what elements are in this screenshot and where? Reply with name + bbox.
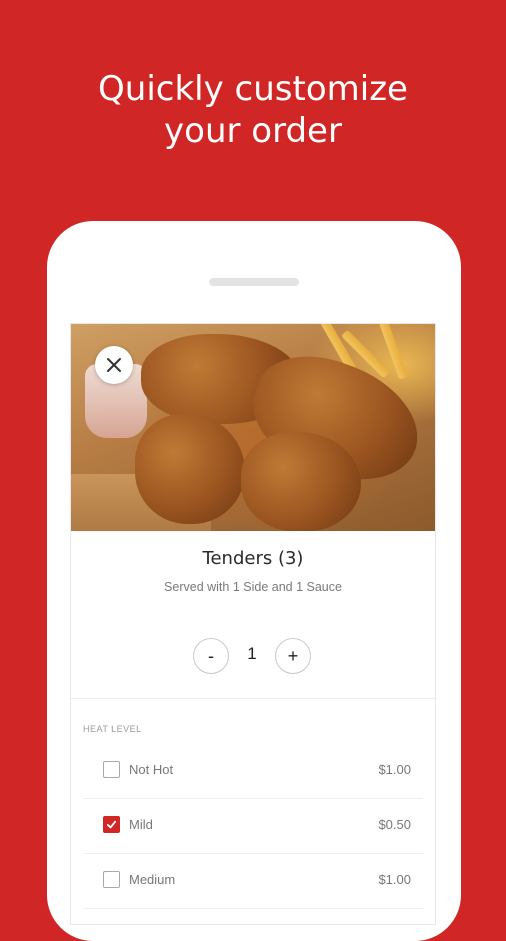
checkbox-checked[interactable] [103, 816, 120, 833]
item-customize-screen: Tenders (3) Served with 1 Side and 1 Sau… [70, 323, 436, 925]
photo-tender [241, 432, 361, 531]
checkbox[interactable] [103, 871, 120, 888]
heat-option-medium[interactable]: Medium $1.00 [83, 854, 423, 909]
promo-headline: Quickly customize your order [0, 68, 506, 152]
checkmark-icon [106, 820, 117, 829]
section-divider [71, 698, 435, 699]
phone-frame: Tenders (3) Served with 1 Side and 1 Sau… [47, 221, 461, 941]
plus-icon: + [287, 646, 299, 666]
heat-option-not-hot[interactable]: Not Hot $1.00 [83, 744, 423, 799]
close-icon [107, 358, 121, 372]
option-price: $1.00 [378, 762, 411, 777]
option-price: $1.00 [378, 872, 411, 887]
option-label: Not Hot [129, 762, 174, 777]
item-photo [71, 324, 435, 531]
checkbox[interactable] [103, 761, 120, 778]
close-button[interactable] [95, 346, 133, 384]
decrease-quantity-button[interactable]: - [193, 638, 229, 674]
phone-speaker [209, 278, 299, 286]
item-title: Tenders (3) [202, 548, 304, 569]
heat-option-mild[interactable]: Mild $0.50 [83, 799, 423, 854]
heat-level-section-label: HEAT LEVEL [83, 724, 142, 734]
photo-tender [135, 414, 245, 524]
headline-line-2: your order [164, 111, 342, 151]
item-description: Served with 1 Side and 1 Sauce [164, 580, 342, 594]
option-label: Medium [129, 872, 176, 887]
quantity-stepper: - 1 + [193, 638, 311, 676]
option-price: $0.50 [378, 817, 411, 832]
increase-quantity-button[interactable]: + [275, 638, 311, 674]
headline-line-1: Quickly customize [98, 69, 408, 109]
option-label: Mild [129, 817, 153, 832]
quantity-value: 1 [247, 644, 257, 663]
minus-icon: - [208, 646, 214, 666]
